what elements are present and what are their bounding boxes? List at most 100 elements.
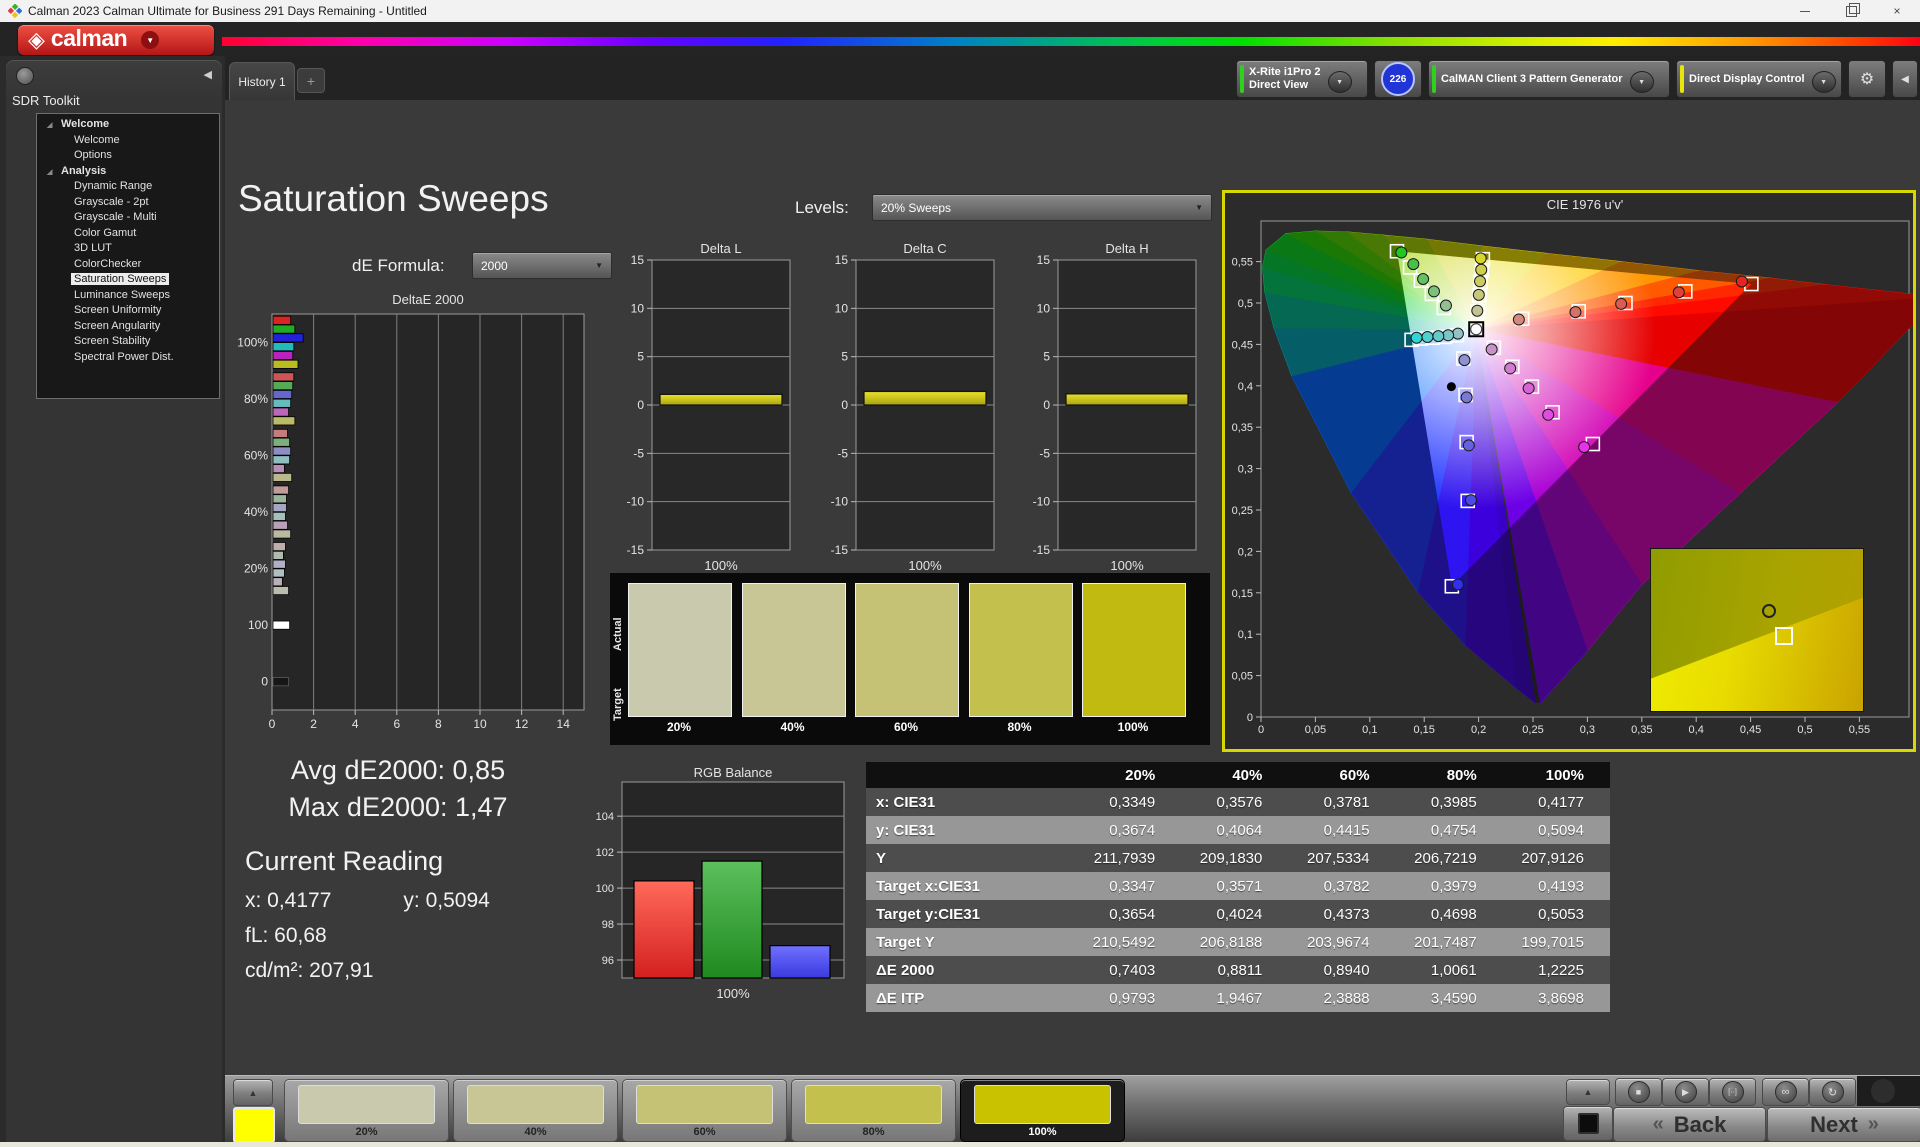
levels-value: 20% Sweeps xyxy=(881,200,952,215)
sidebar-item-grayscale-multi[interactable]: Grayscale - Multi xyxy=(37,210,219,226)
display-status-indicator xyxy=(1680,65,1684,93)
table-row: Target x:CIE31 0,3347 0,3571 0,3782 0,3979 0,… xyxy=(866,872,1610,900)
sidebar-item-options[interactable]: Options xyxy=(37,148,219,164)
de-formula-value: 2000 xyxy=(481,258,508,273)
svg-text:DeltaE 2000: DeltaE 2000 xyxy=(392,292,464,307)
sidebar-collapse-icon[interactable]: ◀ xyxy=(204,68,212,81)
refresh-button[interactable]: ↻ xyxy=(1809,1078,1856,1106)
svg-text:CIE 1976 u'v': CIE 1976 u'v' xyxy=(1547,197,1624,212)
cell-value: 0,3576 xyxy=(1181,788,1289,816)
current-reading: Current Reading x: 0,4177 y: 0,5094 fL: 6… xyxy=(245,846,490,994)
sidebar-item-screen-angularity[interactable]: Screen Angularity xyxy=(37,319,219,335)
sidebar-item-screen-stability[interactable]: Screen Stability xyxy=(37,334,219,350)
sidebar-item-luminance-sweeps[interactable]: Luminance Sweeps xyxy=(37,288,219,304)
continuous-button[interactable]: ∞ xyxy=(1762,1078,1809,1106)
tree-group-analysis[interactable]: ◢ Analysis xyxy=(37,164,219,180)
cell-value: 0,3674 xyxy=(1074,816,1182,844)
sidebar-item-welcome[interactable]: Welcome xyxy=(37,133,219,149)
row-label: Target Y xyxy=(866,928,1074,956)
cell-value: 199,7015 xyxy=(1502,928,1610,956)
pattern-button-20%[interactable]: 20% xyxy=(284,1079,449,1142)
svg-text:20%: 20% xyxy=(244,562,268,576)
stop-button[interactable]: ■ xyxy=(1615,1078,1662,1106)
up-arrow-icon: ▲ xyxy=(248,1087,258,1098)
calman-menu-button[interactable]: ◈ calman ▼ xyxy=(18,25,214,55)
back-label: Back xyxy=(1673,1111,1727,1137)
de-formula-label: dE Formula: xyxy=(352,256,445,275)
cell-value: 0,4373 xyxy=(1288,900,1396,928)
window-bottom-edge xyxy=(0,1142,1920,1147)
pattern-dropdown-icon: ▼ xyxy=(1629,71,1654,93)
pattern-button-80%[interactable]: 80% xyxy=(791,1079,956,1142)
step-button[interactable]: [··] xyxy=(1709,1078,1756,1106)
up-arrow-icon: ▲ xyxy=(1583,1087,1593,1097)
measurement-table: 20% 40% 60% 80% 100% x: CIE31 0,3349 0,3576 0,37… xyxy=(866,762,1610,1012)
svg-text:-10: -10 xyxy=(627,495,645,509)
panel-collapse-button[interactable]: ◀ xyxy=(1892,60,1918,98)
svg-text:100%: 100% xyxy=(704,558,738,573)
close-button[interactable]: × xyxy=(1874,0,1920,22)
settings-button[interactable]: ⚙ xyxy=(1848,60,1886,98)
chevron-left-icon: ◀ xyxy=(1901,73,1909,85)
svg-text:0,25: 0,25 xyxy=(1232,505,1253,517)
pattern-generator-dropdown[interactable]: CalMAN Client 3 Pattern Generator ▼ xyxy=(1428,60,1670,98)
svg-text:0,55: 0,55 xyxy=(1849,724,1870,736)
svg-text:0,3: 0,3 xyxy=(1238,464,1253,476)
sidebar-item-saturation-sweeps[interactable]: Saturation Sweeps xyxy=(37,272,219,288)
sidebar-item-dynamic-range[interactable]: Dynamic Range xyxy=(37,179,219,195)
row-label: ΔE 2000 xyxy=(866,956,1074,984)
record-slot xyxy=(1857,1076,1920,1106)
tab-history1[interactable]: History 1 xyxy=(229,62,295,101)
restore-icon xyxy=(1845,2,1860,17)
pattern-popup-button[interactable]: ▲ xyxy=(233,1079,273,1106)
svg-text:-5: -5 xyxy=(633,446,644,460)
cell-value: 0,3571 xyxy=(1181,872,1289,900)
swatch-label: 60% xyxy=(893,720,919,734)
meter-count-badge[interactable]: 226 xyxy=(1374,60,1422,98)
back-button[interactable]: « Back xyxy=(1613,1107,1766,1142)
sidebar-pin-button[interactable] xyxy=(16,67,34,85)
current-pattern-swatch[interactable] xyxy=(233,1107,275,1143)
sidebar-item-color-gamut[interactable]: Color Gamut xyxy=(37,226,219,242)
display-control-label: Direct Display Control xyxy=(1689,72,1805,85)
svg-text:0,45: 0,45 xyxy=(1232,339,1253,351)
svg-text:14: 14 xyxy=(557,717,571,731)
de-formula-select[interactable]: 2000 ▼ xyxy=(472,252,612,279)
svg-text:-15: -15 xyxy=(627,543,645,557)
svg-text:6: 6 xyxy=(393,717,400,731)
pattern-button-100%[interactable]: 100% xyxy=(960,1079,1125,1142)
svg-text:Delta C: Delta C xyxy=(903,242,946,256)
add-tab-button[interactable]: + xyxy=(297,68,325,93)
next-button[interactable]: Next » xyxy=(1767,1107,1920,1142)
controls-popup-button[interactable]: ▲ xyxy=(1566,1079,1610,1105)
svg-text:0: 0 xyxy=(1258,724,1264,736)
sidebar-item-spectral-power-dist-[interactable]: Spectral Power Dist. xyxy=(37,350,219,366)
sidebar-item-grayscale-2pt[interactable]: Grayscale - 2pt xyxy=(37,195,219,211)
cell-value: 210,5492 xyxy=(1074,928,1182,956)
svg-text:98: 98 xyxy=(602,919,614,931)
svg-text:100: 100 xyxy=(248,618,268,632)
sidebar: ◀ SDR Toolkit ◢ Welcome Welcome Options ◢ Ana… xyxy=(0,56,225,1147)
pattern-generator-label: CalMAN Client 3 Pattern Generator xyxy=(1441,72,1623,85)
cell-value: 209,1830 xyxy=(1181,844,1289,872)
table-row: Y 211,7939 209,1830 207,5334 206,7219 207,912… xyxy=(866,844,1610,872)
pattern-button-40%[interactable]: 40% xyxy=(453,1079,618,1142)
display-control-dropdown[interactable]: Direct Display Control ▼ xyxy=(1676,60,1842,98)
play-button[interactable]: ▶ xyxy=(1662,1078,1709,1106)
restore-button[interactable] xyxy=(1828,0,1874,22)
tree-group-welcome[interactable]: ◢ Welcome xyxy=(37,117,219,133)
pattern-window-button[interactable] xyxy=(1563,1106,1613,1141)
cell-value: 0,9793 xyxy=(1074,984,1182,1012)
pattern-button-60%[interactable]: 60% xyxy=(622,1079,787,1142)
meter-dropdown[interactable]: X-Rite i1Pro 2 Direct View ▼ xyxy=(1236,60,1368,98)
sidebar-item-3d-lut[interactable]: 3D LUT xyxy=(37,241,219,257)
display-dropdown-icon: ▼ xyxy=(1811,71,1836,93)
cie-1976-panel: CIE 1976 u'v' 0 0,05 0,1 0,15 0,2 0,25 0,3 0,35 0… xyxy=(1222,190,1920,752)
sidebar-item-screen-uniformity[interactable]: Screen Uniformity xyxy=(37,303,219,319)
sidebar-item-colorchecker[interactable]: ColorChecker xyxy=(37,257,219,273)
minimize-button[interactable] xyxy=(1782,0,1828,22)
svg-text:5: 5 xyxy=(637,350,644,364)
actual-target-swatch-panel: Actual Target 20% 40% 60% 80% 100% xyxy=(610,573,1210,745)
levels-select[interactable]: 20% Sweeps ▼ xyxy=(872,194,1212,221)
title-bar: Calman 2023 Calman Ultimate for Business… xyxy=(0,0,1920,22)
